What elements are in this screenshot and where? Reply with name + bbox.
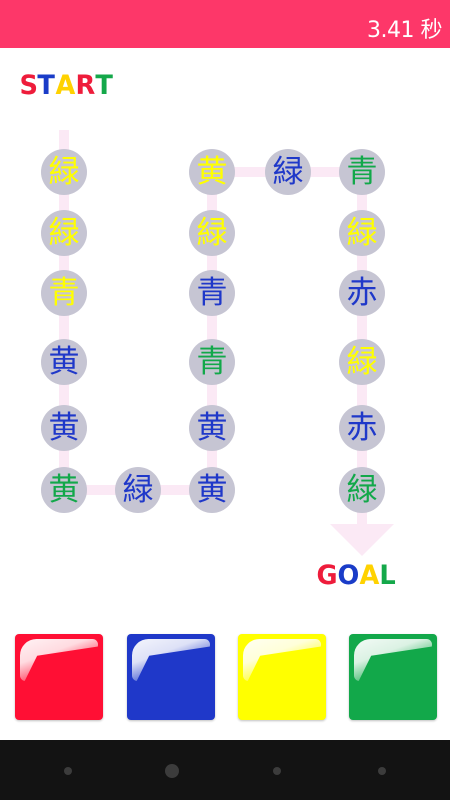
path-node: 黄 <box>41 467 87 513</box>
node-kanji: 青 <box>196 343 228 380</box>
button-gloss <box>132 639 210 681</box>
path-node: 緑 <box>189 210 235 256</box>
node-kanji: 青 <box>196 274 228 311</box>
path-node: 黄 <box>189 149 235 195</box>
path-node: 緑 <box>339 467 385 513</box>
node-kanji: 黄 <box>196 153 228 190</box>
button-gloss <box>243 639 321 681</box>
yellow-button[interactable] <box>238 634 326 720</box>
node-kanji: 緑 <box>272 153 304 190</box>
node-kanji: 青 <box>48 274 80 311</box>
path-node: 黄 <box>41 405 87 451</box>
path-node: 青 <box>189 270 235 316</box>
menu-icon[interactable] <box>378 767 386 775</box>
node-kanji: 緑 <box>122 471 154 508</box>
node-kanji: 黄 <box>196 471 228 508</box>
node-kanji: 黄 <box>48 471 80 508</box>
back-icon[interactable] <box>64 767 72 775</box>
node-kanji: 緑 <box>48 153 80 190</box>
home-icon[interactable] <box>165 764 179 778</box>
path-node: 緑 <box>339 339 385 385</box>
node-kanji: 黄 <box>48 343 80 380</box>
path-node: 青 <box>339 149 385 195</box>
system-nav-bar <box>0 740 450 800</box>
node-kanji: 緑 <box>346 214 378 251</box>
goal-arrow-icon <box>330 524 394 556</box>
path-node: 赤 <box>339 270 385 316</box>
green-button[interactable] <box>349 634 437 720</box>
path-node: 緑 <box>41 149 87 195</box>
node-kanji: 青 <box>346 153 378 190</box>
recent-apps-icon[interactable] <box>273 767 281 775</box>
path-node: 緑 <box>339 210 385 256</box>
path-node: 黄 <box>189 467 235 513</box>
path-node: 黄 <box>189 405 235 451</box>
node-kanji: 緑 <box>346 343 378 380</box>
node-kanji: 緑 <box>48 214 80 251</box>
path-node: 青 <box>41 270 87 316</box>
node-kanji: 黄 <box>196 409 228 446</box>
path-node: 緑 <box>265 149 311 195</box>
path-node: 黄 <box>41 339 87 385</box>
path-node: 緑 <box>115 467 161 513</box>
path-node: 青 <box>189 339 235 385</box>
node-kanji: 赤 <box>346 274 378 311</box>
path-node: 赤 <box>339 405 385 451</box>
node-kanji: 黄 <box>48 409 80 446</box>
node-kanji: 緑 <box>196 214 228 251</box>
node-kanji: 赤 <box>346 409 378 446</box>
button-gloss <box>354 639 432 681</box>
red-button[interactable] <box>15 634 103 720</box>
path-node: 緑 <box>41 210 87 256</box>
button-gloss <box>20 639 98 681</box>
blue-button[interactable] <box>127 634 215 720</box>
node-kanji: 緑 <box>346 471 378 508</box>
